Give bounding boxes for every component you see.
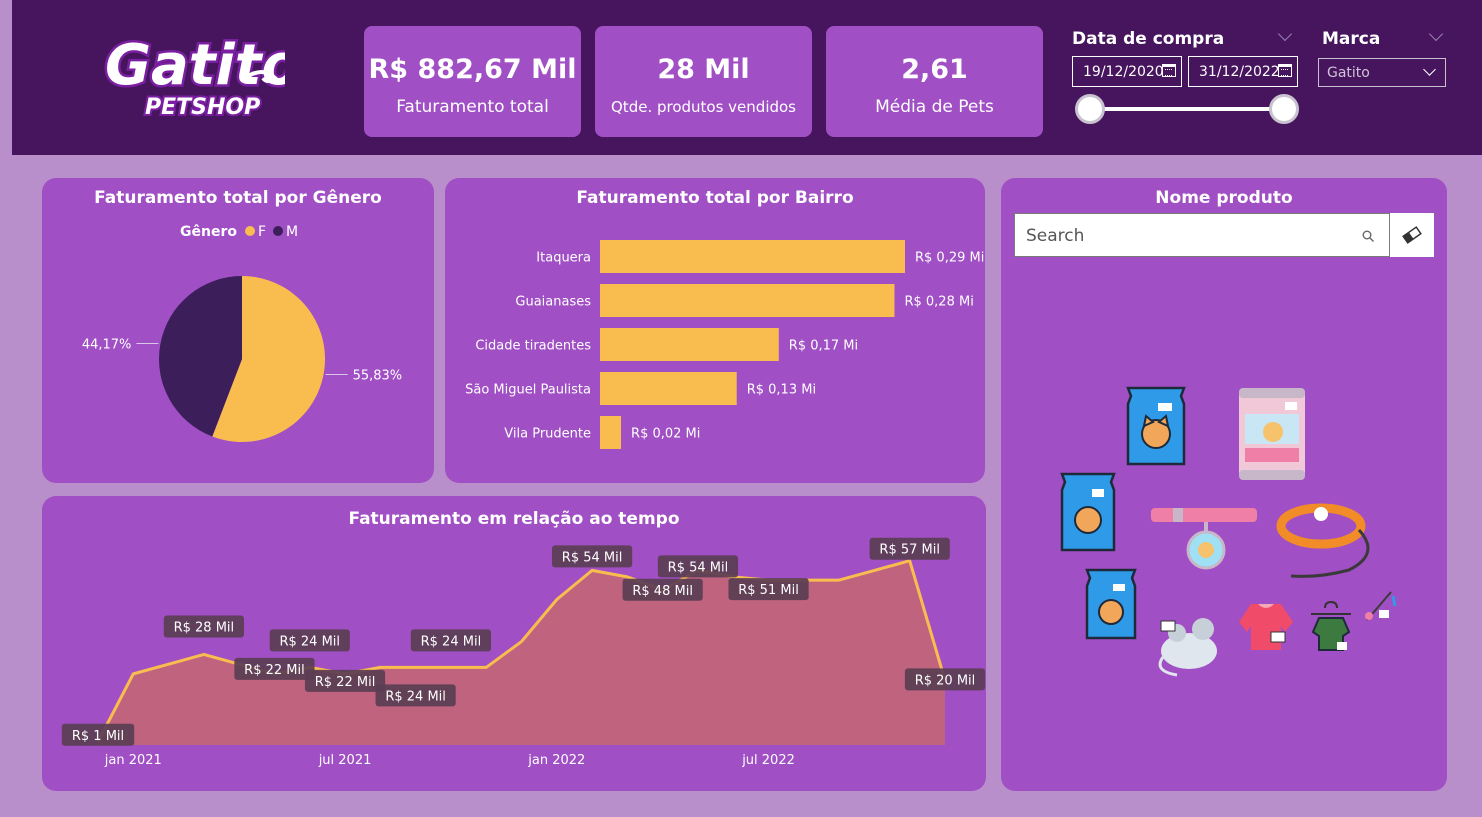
pie-data-label: 55,83% [353,368,403,383]
data-label: R$ 24 Mil [410,629,492,652]
bar-3[interactable] [600,372,737,405]
calendar-icon[interactable] [1162,64,1176,77]
kpi-value: 2,61 [901,54,968,85]
cat-food-bag-icon[interactable] [1060,472,1116,552]
svg-text:R$ 54 Mil: R$ 54 Mil [562,550,623,565]
legend-label-F: F [258,224,266,240]
bar-4[interactable] [600,416,622,449]
cat-food-bag-icon[interactable] [1085,568,1137,640]
bar-category-label: Guaianases [515,295,591,310]
area-chart: jan 2021 jul 2021 jan 2022 jul 2022 R$ 1 Mil… [61,537,986,768]
bar-category-label: Itaquera [536,251,591,266]
date-range-slider-track[interactable] [1090,107,1284,111]
pet-jacket-icon[interactable] [1239,604,1293,650]
brand-select[interactable]: Gatito [1318,58,1446,87]
data-label: R$ 54 Mil [551,545,633,568]
data-label: R$ 22 Mil [304,669,386,692]
svg-text:R$ 24 Mil: R$ 24 Mil [385,689,446,704]
legend-marker-F [245,226,255,236]
data-label: R$ 28 Mil [163,615,244,638]
bar-value-label: R$ 0,29 Mi [915,251,984,266]
legend-marker-M [273,226,283,236]
product-images [1060,386,1397,677]
svg-text:R$ 22 Mil: R$ 22 Mil [244,663,305,678]
bar-value-label: R$ 0,28 Mi [904,295,973,310]
svg-text:R$ 24 Mil: R$ 24 Mil [421,634,482,649]
date-slicer-title: Data de compra [1072,29,1225,49]
data-label: R$ 54 Mil [657,555,739,578]
data-label: R$ 22 Mil [234,657,315,680]
data-label: R$ 20 Mil [904,668,986,691]
bar-chart: Itaquera R$ 0,29 Mi Guaianases R$ 0,28 Mi Ci… [465,240,984,449]
kpi-card-products-sold[interactable]: 28 Mil Qtde. produtos vendidos [595,26,812,137]
legend-label-M: M [286,224,298,240]
bar-category-label: Cidade tiradentes [475,339,591,354]
kpi-label: Média de Pets [875,97,994,117]
svg-text:R$ 54 Mil: R$ 54 Mil [668,560,729,575]
kpi-card-revenue[interactable]: R$ 882,67 Mil Faturamento total [364,26,581,137]
date-range-start-handle[interactable] [1075,94,1105,124]
chevron-down-icon [1423,63,1436,76]
data-label: R$ 51 Mil [728,578,809,601]
bar-category-label: Vila Prudente [504,427,591,442]
end-date-value: 31/12/2022 [1199,64,1280,80]
cat-food-can-icon[interactable] [1239,388,1305,480]
logo-text: Gatito [105,33,285,98]
svg-text:R$ 20 Mil: R$ 20 Mil [915,673,976,688]
end-date-input[interactable]: 31/12/2022 [1188,56,1298,87]
gender-revenue-panel: Faturamento total por Gênero Gênero FM 5… [42,178,434,483]
brand-select-value: Gatito [1327,65,1370,81]
calendar-icon[interactable] [1278,64,1292,77]
kpi-card-avg-pets[interactable]: 2,61 Média de Pets [826,26,1043,137]
gatito-logo: Gatito PETSHOP [103,31,286,123]
bar-value-label: R$ 0,17 Mi [789,339,858,354]
svg-text:R$ 22 Mil: R$ 22 Mil [315,675,376,690]
svg-text:R$ 48 Mil: R$ 48 Mil [632,584,693,599]
pet-sweater-icon[interactable] [1311,600,1351,651]
leash-icon[interactable] [1276,503,1370,578]
toy-mouse-icon[interactable] [1158,618,1217,677]
start-date-value: 19/12/2020 [1083,64,1164,80]
svg-text:R$ 24 Mil: R$ 24 Mil [279,634,340,649]
pie-data-label: 44,17% [82,338,132,353]
kpi-label: Qtde. produtos vendidos [611,98,796,116]
x-tick-label: jul 2021 [318,753,372,768]
legend-title: Gênero [180,224,237,240]
feather-wand-icon[interactable] [1365,591,1397,621]
svg-text:R$ 28 Mil: R$ 28 Mil [174,620,235,635]
svg-text:R$ 1 Mil: R$ 1 Mil [72,729,124,744]
area-fill [98,560,945,745]
x-tick-label: jan 2022 [527,753,585,768]
x-tick-label: jul 2022 [741,753,795,768]
data-label: R$ 24 Mil [269,629,350,652]
bar-0[interactable] [600,240,905,273]
svg-text:R$ 57 Mil: R$ 57 Mil [879,543,940,558]
time-revenue-panel: Faturamento em relação ao tempo jan 2021… [42,496,986,791]
data-label: R$ 48 Mil [622,578,703,601]
collar-with-tag-icon[interactable] [1151,508,1257,570]
kpi-value: R$ 882,67 Mil [368,54,577,85]
product-name-panel: Nome produto Search [1001,178,1447,791]
kpi-label: Faturamento total [396,97,549,117]
bar-value-label: R$ 0,13 Mi [747,383,816,398]
bar-category-label: São Miguel Paulista [465,383,591,398]
district-revenue-panel: Faturamento total por Bairro Itaquera R$ … [445,178,985,483]
kpi-value: 28 Mil [657,54,750,85]
brand-slicer-title: Marca [1322,29,1381,49]
date-range-end-handle[interactable] [1269,94,1299,124]
data-label: R$ 57 Mil [869,537,950,560]
data-label: R$ 1 Mil [61,723,135,746]
bar-value-label: R$ 0,02 Mi [631,427,700,442]
start-date-input[interactable]: 19/12/2020 [1072,56,1182,87]
cat-food-bag-icon[interactable] [1126,386,1186,466]
bar-1[interactable] [600,284,895,317]
logo-subtext: PETSHOP [145,95,260,120]
data-label: R$ 24 Mil [375,684,456,707]
pie-chart: Gênero F M 55,83% 44,17% [82,224,403,442]
bar-2[interactable] [600,328,779,361]
x-tick-label: jan 2021 [104,753,162,768]
svg-text:R$ 51 Mil: R$ 51 Mil [738,583,799,598]
